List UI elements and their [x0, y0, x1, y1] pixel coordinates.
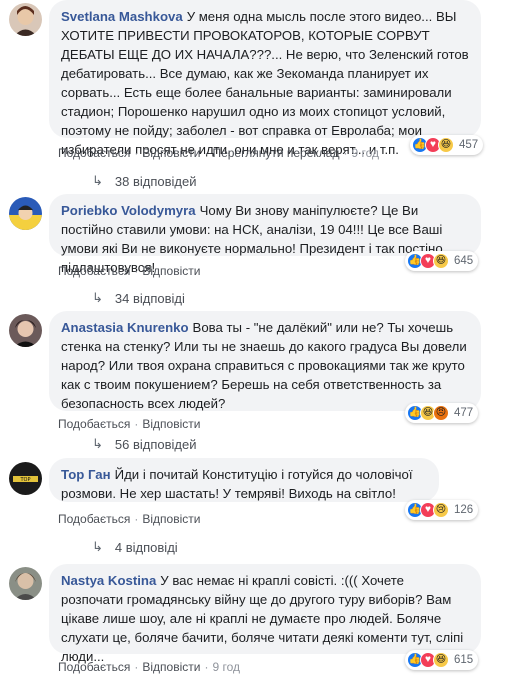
- comment-actions: Подобається · Відповісти · Переглянути перек…: [58, 146, 380, 160]
- comment-author[interactable]: Poriebko Volodymyra: [61, 203, 196, 218]
- comment-timestamp[interactable]: 9 год: [212, 660, 240, 674]
- replies-count: 56 відповідей: [114, 436, 197, 452]
- reaction-count: 457: [459, 139, 479, 151]
- svg-text:ТОР: ТОР: [19, 477, 30, 483]
- comment-actions: Подобається · Відповісти: [58, 264, 201, 278]
- comment-author[interactable]: Svetlana Mashkova: [61, 9, 183, 24]
- reaction-count: 477: [454, 407, 474, 419]
- like-link[interactable]: Подобається: [58, 512, 130, 526]
- comment-text: У меня одна мысль после этого видео... В…: [61, 9, 469, 157]
- reply-link[interactable]: Відповісти: [142, 264, 200, 278]
- comment-timestamp[interactable]: 9 год: [351, 146, 379, 160]
- reply-link[interactable]: Відповісти: [142, 660, 200, 674]
- reply-link[interactable]: Відповісти: [142, 417, 200, 431]
- reply-link[interactable]: Відповісти: [142, 512, 200, 526]
- comment-bubble: Тор Ган Йди і почитай Конституцію і готуй…: [49, 458, 439, 502]
- reactions-summary[interactable]: 👍 ♥ 😆 615: [405, 650, 479, 670]
- comment-actions: Подобається · Відповісти · 9 год: [58, 660, 240, 674]
- reactions-summary[interactable]: 👍 ♥ 😆 645: [405, 251, 479, 271]
- comment-bubble: Nastya Kostina У вас немає ні краплі сові…: [49, 564, 481, 664]
- like-link[interactable]: Подобається: [58, 417, 130, 431]
- view-replies-link[interactable]: ↳ 38 відповідей: [92, 173, 197, 189]
- comment-actions: Подобається · Відповісти: [58, 417, 201, 431]
- replies-count: 4 відповіді: [114, 539, 178, 555]
- haha-reaction-icon: 😆: [433, 652, 449, 668]
- comment-author[interactable]: Тор Ган: [61, 467, 111, 482]
- reply-arrow-icon: ↳: [92, 436, 103, 451]
- comment-bubble: Poriebko Volodymyra Чому Ви знову маніпул…: [49, 194, 481, 275]
- reply-arrow-icon: ↳: [92, 539, 103, 554]
- reply-link[interactable]: Відповісти: [142, 146, 200, 160]
- avatar[interactable]: [9, 314, 42, 347]
- like-link[interactable]: Подобається: [58, 146, 130, 160]
- sad-reaction-icon: 😢: [433, 502, 449, 518]
- reactions-summary[interactable]: 👍 ♥ 😆 457: [410, 135, 484, 155]
- avatar[interactable]: [9, 567, 42, 600]
- comment-author[interactable]: Anastasia Knurenko: [61, 320, 189, 335]
- view-replies-link[interactable]: ↳ 4 відповіді: [92, 539, 178, 555]
- view-replies-link[interactable]: ↳ 56 відповідей: [92, 436, 197, 452]
- replies-count: 34 відповіді: [114, 290, 185, 306]
- avatar[interactable]: [9, 3, 42, 36]
- comment-actions: Подобається · Відповісти: [58, 512, 201, 526]
- comment-text: Йди і почитай Конституцію і готуйся до ч…: [61, 467, 413, 501]
- reaction-count: 615: [454, 654, 474, 666]
- avatar[interactable]: [9, 197, 42, 230]
- see-translation-link[interactable]: Переглянути переклад: [212, 146, 339, 160]
- comment-bubble: Svetlana Mashkova У меня одна мысль после…: [49, 0, 481, 157]
- angry-reaction-icon: 😠: [433, 405, 449, 421]
- comment-bubble: Anastasia Knurenko Вова ты - "не далёкий"…: [49, 311, 481, 411]
- reactions-summary[interactable]: 👍 ♥ 😢 126: [405, 500, 479, 520]
- avatar[interactable]: ТОР: [9, 462, 42, 495]
- reaction-count: 645: [454, 255, 474, 267]
- replies-count: 38 відповідей: [114, 173, 197, 189]
- haha-reaction-icon: 😆: [438, 137, 454, 153]
- view-replies-link[interactable]: ↳ 34 відповіді: [92, 290, 185, 306]
- like-link[interactable]: Подобається: [58, 264, 130, 278]
- reply-arrow-icon: ↳: [92, 290, 103, 305]
- comment-author[interactable]: Nastya Kostina: [61, 573, 156, 588]
- reactions-summary[interactable]: 👍 😆 😠 477: [405, 403, 479, 423]
- reply-arrow-icon: ↳: [92, 173, 103, 188]
- haha-reaction-icon: 😆: [433, 253, 449, 269]
- reaction-count: 126: [454, 504, 474, 516]
- like-link[interactable]: Подобається: [58, 660, 130, 674]
